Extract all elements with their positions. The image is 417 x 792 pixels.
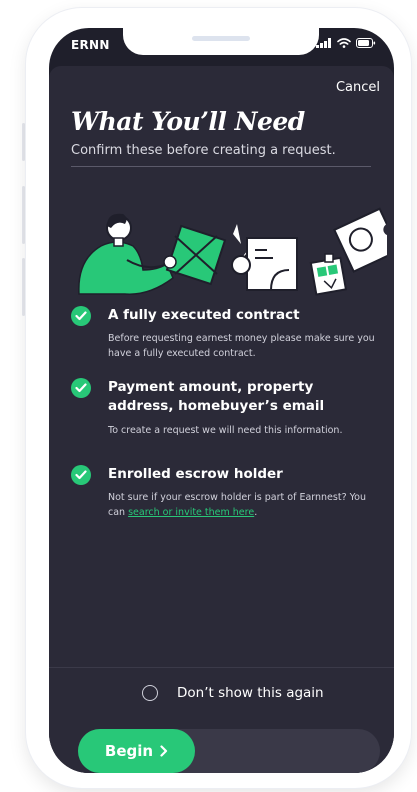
requirement-description: To create a request we will need this in…	[108, 425, 343, 436]
page-title: What You’ll Need	[71, 107, 305, 136]
requirement-title: Payment amount, property address, homebu…	[108, 379, 325, 414]
footer-divider	[49, 667, 394, 668]
documents-illustration	[78, 207, 387, 296]
wifi-icon	[337, 38, 351, 48]
begin-slider-track[interactable]: Begin	[78, 729, 380, 773]
phone-volume-down-button	[22, 258, 25, 316]
phone-volume-up-button	[22, 186, 25, 244]
phone-side-button	[22, 123, 25, 161]
chevron-right-icon	[160, 745, 168, 757]
notch-speaker	[192, 36, 250, 41]
page-subtitle: Confirm these before creating a request.	[71, 143, 336, 158]
requirement-description: Before requesting earnest money please m…	[108, 333, 375, 359]
battery-icon	[356, 38, 376, 48]
check-circle-icon	[71, 465, 91, 485]
requirement-description-suffix: .	[254, 507, 258, 518]
dont-show-again-option[interactable]: Don’t show this again	[142, 685, 324, 701]
status-icons	[316, 38, 376, 48]
check-circle-icon	[71, 378, 91, 398]
phone-screen: ERNN Cancel What You’ll Need Confirm the…	[49, 28, 394, 773]
check-circle-icon	[71, 306, 91, 326]
title-divider	[71, 166, 371, 167]
begin-label: Begin	[104, 742, 154, 760]
requirement-description: Not sure if your escrow holder is part o…	[108, 490, 383, 520]
begin-button[interactable]: Begin	[78, 729, 195, 773]
notch	[123, 28, 319, 55]
requirement-title: A fully executed contract	[108, 307, 300, 323]
what-youll-need-sheet: Cancel What You’ll Need Confirm these be…	[49, 66, 394, 773]
dont-show-radio[interactable]	[142, 685, 158, 701]
carrier-label: ERNN	[71, 38, 110, 52]
search-invite-escrow-link[interactable]: search or invite them here	[128, 507, 254, 518]
dont-show-label: Don’t show this again	[177, 685, 324, 701]
cancel-button[interactable]: Cancel	[336, 80, 380, 95]
requirement-title: Enrolled escrow holder	[108, 466, 283, 482]
